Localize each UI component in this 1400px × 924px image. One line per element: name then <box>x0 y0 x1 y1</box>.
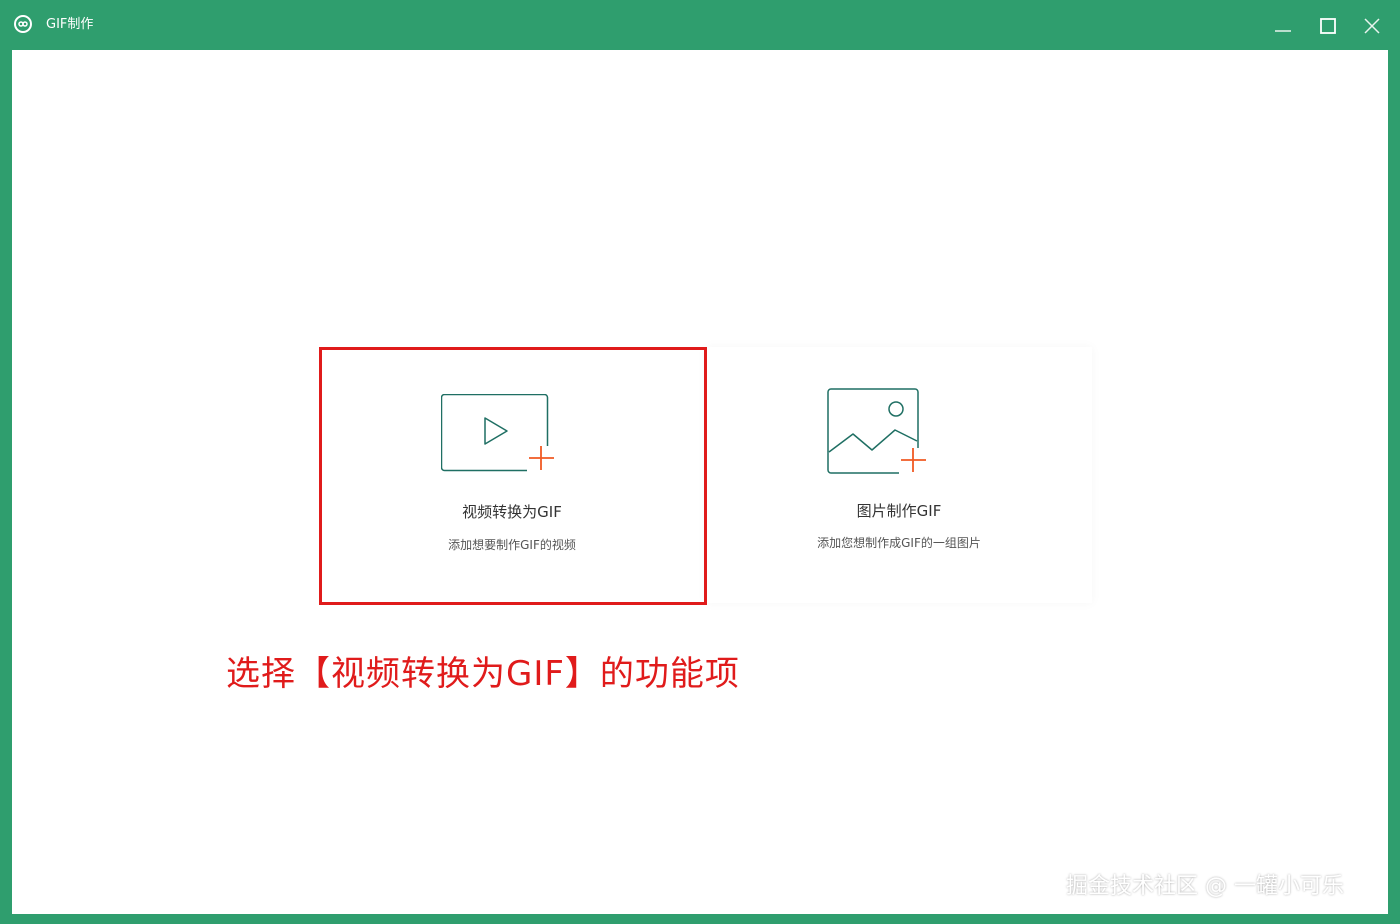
image-to-gif-description: 添加您想制作成GIF的一组图片 <box>817 536 981 550</box>
window-title: GIF制作 <box>46 17 94 32</box>
close-button[interactable] <box>1357 12 1387 40</box>
video-to-gif-description: 添加想要制作GIF的视频 <box>448 538 576 552</box>
minimize-icon <box>1275 30 1291 32</box>
main-content: 视频转换为GIF 添加想要制作GIF的视频 图片制作GIF 添加您想制作成GIF… <box>12 50 1388 914</box>
image-add-icon <box>827 388 933 476</box>
video-add-icon <box>441 394 559 474</box>
video-to-gif-title: 视频转换为GIF <box>462 503 562 521</box>
maximize-button[interactable] <box>1313 12 1343 40</box>
minimize-button[interactable] <box>1268 12 1298 40</box>
close-icon <box>1364 18 1380 34</box>
app-logo-icon <box>14 15 32 33</box>
video-to-gif-card[interactable]: 视频转换为GIF 添加想要制作GIF的视频 <box>319 347 705 603</box>
title-bar: GIF制作 <box>0 0 1400 50</box>
image-to-gif-card[interactable]: 图片制作GIF 添加您想制作成GIF的一组图片 <box>706 347 1092 603</box>
image-to-gif-title: 图片制作GIF <box>856 502 942 520</box>
watermark: 掘金技术社区 @ 一罐小可乐 <box>1066 874 1344 899</box>
maximize-icon <box>1320 18 1336 34</box>
annotation-caption: 选择【视频转换为GIF】的功能项 <box>226 654 740 694</box>
